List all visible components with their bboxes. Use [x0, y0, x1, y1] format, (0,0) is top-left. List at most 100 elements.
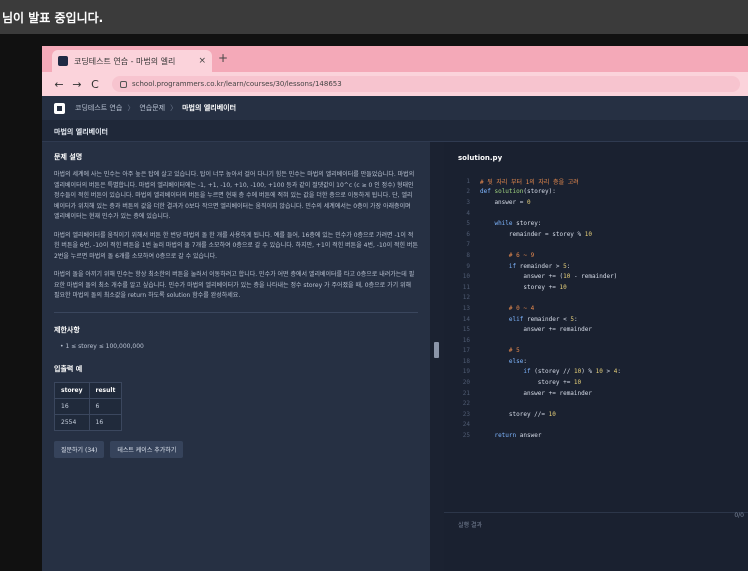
back-arrow-icon[interactable]: ←: [50, 78, 68, 91]
code-text: else:: [508, 357, 527, 365]
add-test-case-button[interactable]: 테스트 케이스 추가하기: [110, 440, 184, 458]
line-number: 18: [462, 357, 470, 365]
line-number: 20: [462, 379, 470, 387]
code-line: 6 remainder = storey % 10: [456, 229, 746, 240]
code-text: storey += 10: [480, 283, 567, 291]
editor-footer-divider: [444, 512, 748, 513]
line-number: 3: [466, 198, 470, 206]
line-number: 14: [462, 315, 470, 323]
code-text: answer += (10 - remainder): [480, 273, 618, 281]
description-paragraph: 마법의 세계에 사는 민수는 아주 높은 탑에 살고 있습니다. 탑이 너무 높…: [54, 171, 415, 220]
code-line: 10 answer += (10 - remainder): [456, 271, 746, 282]
examples-heading: 입출력 예: [54, 364, 83, 373]
ask-question-button[interactable]: 질문하기 (34): [54, 440, 105, 458]
code-line: 17 # 5: [456, 346, 746, 357]
browser-toolbar: ← → C school.programmers.co.kr/learn/cou…: [42, 72, 748, 96]
table-header-row: storey result: [54, 381, 123, 399]
code-editor[interactable]: solution.py 1 # 뒷 자리 부터 1의 자리 층을 고려 2 def s…: [444, 142, 748, 571]
code-line: 23 storey //= 10: [456, 409, 746, 420]
code-line: 3 answer = 0: [456, 197, 746, 208]
app-header: 코딩테스트 연습 〉 연습문제 〉 마법의 엘리베이터: [42, 96, 748, 120]
line-number: 5: [466, 220, 470, 228]
code-text: storey += 10: [480, 379, 582, 387]
run-result-label: 실행 결과: [458, 522, 482, 529]
description-paragraph: 마법의 엘리베이터를 움직이기 위해서 버튼 한 번당 마법의 돌 한 개를 사…: [54, 231, 418, 260]
problem-description-panel: 문제 설명 마법의 세계에 사는 민수는 아주 높은 탑에 살고 있습니다. 탑…: [42, 142, 430, 571]
section-divider: [54, 311, 418, 313]
editor-filename: solution.py: [458, 154, 503, 162]
problem-title: 마법의 엘리베이터: [42, 120, 748, 142]
table-cell: 16: [88, 413, 123, 431]
line-number: 9: [466, 262, 470, 270]
programmers-logo-icon[interactable]: [54, 102, 65, 114]
address-bar[interactable]: school.programmers.co.kr/learn/courses/3…: [112, 76, 740, 92]
code-line: 1 # 뒷 자리 부터 1의 자리 층을 고려: [456, 176, 746, 187]
line-number: 11: [462, 283, 470, 291]
code-line: 4: [456, 208, 746, 219]
line-number: 13: [462, 304, 470, 312]
forward-arrow-icon[interactable]: →: [68, 78, 86, 91]
table-cell: 16: [54, 397, 90, 415]
description-heading: 문제 설명: [54, 153, 83, 161]
browser-window: 코딩테스트 연습 - 마법의 엘리 × + ← → C school.progr…: [42, 46, 748, 571]
line-number: 21: [462, 389, 470, 397]
code-text: # 5: [480, 347, 520, 355]
code-text: # 6 ~ 9: [480, 251, 535, 259]
code-area[interactable]: 1 # 뒷 자리 부터 1의 자리 층을 고려 2 def solution(stor…: [456, 176, 746, 441]
code-text: return answer: [494, 432, 542, 440]
table-row: 16 6: [54, 397, 123, 415]
column-header: result: [88, 381, 123, 399]
close-tab-icon[interactable]: ×: [198, 56, 206, 66]
code-text: if remainder > 5:: [508, 262, 571, 270]
line-number: 12: [462, 294, 470, 302]
favicon-icon: [58, 56, 68, 66]
breadcrumb-practice[interactable]: 코딩테스트 연습: [75, 103, 122, 113]
code-text: # 뒷 자리 부터 1의 자리 층을 고려: [480, 178, 579, 186]
panel-splitter[interactable]: [430, 142, 444, 571]
code-text: remainder = storey % 10: [480, 230, 592, 238]
breadcrumb-exercises[interactable]: 연습문제: [139, 103, 165, 113]
line-number: 2: [466, 188, 470, 196]
code-line: 5 while storey:: [456, 218, 746, 229]
line-number: 10: [462, 273, 470, 281]
browser-tab[interactable]: 코딩테스트 연습 - 마법의 엘리 ×: [52, 50, 212, 72]
code-line: 21 answer += remainder: [456, 388, 746, 399]
breadcrumb-separator: 〉: [170, 104, 178, 112]
code-line: 25 return answer: [456, 430, 746, 441]
code-line: 12: [456, 293, 746, 304]
line-number: 22: [462, 400, 470, 408]
code-line: 13 # 0 ~ 4: [456, 303, 746, 314]
breadcrumb-current: 마법의 엘리베이터: [182, 104, 237, 112]
code-text: storey //= 10: [480, 410, 556, 418]
code-text: while storey:: [494, 220, 542, 228]
column-header: storey: [54, 381, 90, 399]
line-number: 1: [466, 177, 470, 185]
reload-icon[interactable]: C: [86, 78, 104, 91]
code-text: elif remainder < 5:: [508, 315, 578, 323]
line-number: 19: [462, 368, 470, 376]
code-text: def solution(storey):: [480, 188, 556, 196]
line-number: 16: [462, 336, 470, 344]
line-number: 4: [466, 209, 470, 217]
tab-strip: 코딩테스트 연습 - 마법의 엘리 × +: [42, 46, 748, 72]
line-number: 24: [462, 421, 470, 429]
code-line: 20 storey += 10: [456, 377, 746, 388]
table-row: 2554 16: [54, 413, 123, 431]
code-line: 7: [456, 240, 746, 251]
code-line: 15 answer += remainder: [456, 324, 746, 335]
code-text: answer = 0: [480, 198, 531, 206]
line-number: 23: [462, 410, 470, 418]
new-tab-icon[interactable]: +: [218, 51, 228, 65]
breadcrumb-separator: 〉: [127, 104, 135, 112]
url-text: school.programmers.co.kr/learn/courses/3…: [132, 80, 342, 88]
code-text: if (storey // 10) % 10 > 4:: [523, 368, 621, 376]
line-number: 6: [466, 230, 470, 238]
code-line: 19 if (storey // 10) % 10 > 4:: [456, 367, 746, 378]
code-line: 16: [456, 335, 746, 346]
table-cell: 2554: [54, 413, 90, 431]
presenter-banner: 님이 발표 중입니다.: [0, 0, 748, 34]
lock-icon: [120, 80, 127, 88]
description-paragraph: 마법의 돌을 아끼기 위해 민수는 항상 최소한의 버튼을 눌러서 이동하려고 …: [54, 271, 415, 299]
drag-handle-icon[interactable]: [434, 342, 439, 358]
examples-table: storey result 16 6 2554 16: [54, 381, 123, 431]
